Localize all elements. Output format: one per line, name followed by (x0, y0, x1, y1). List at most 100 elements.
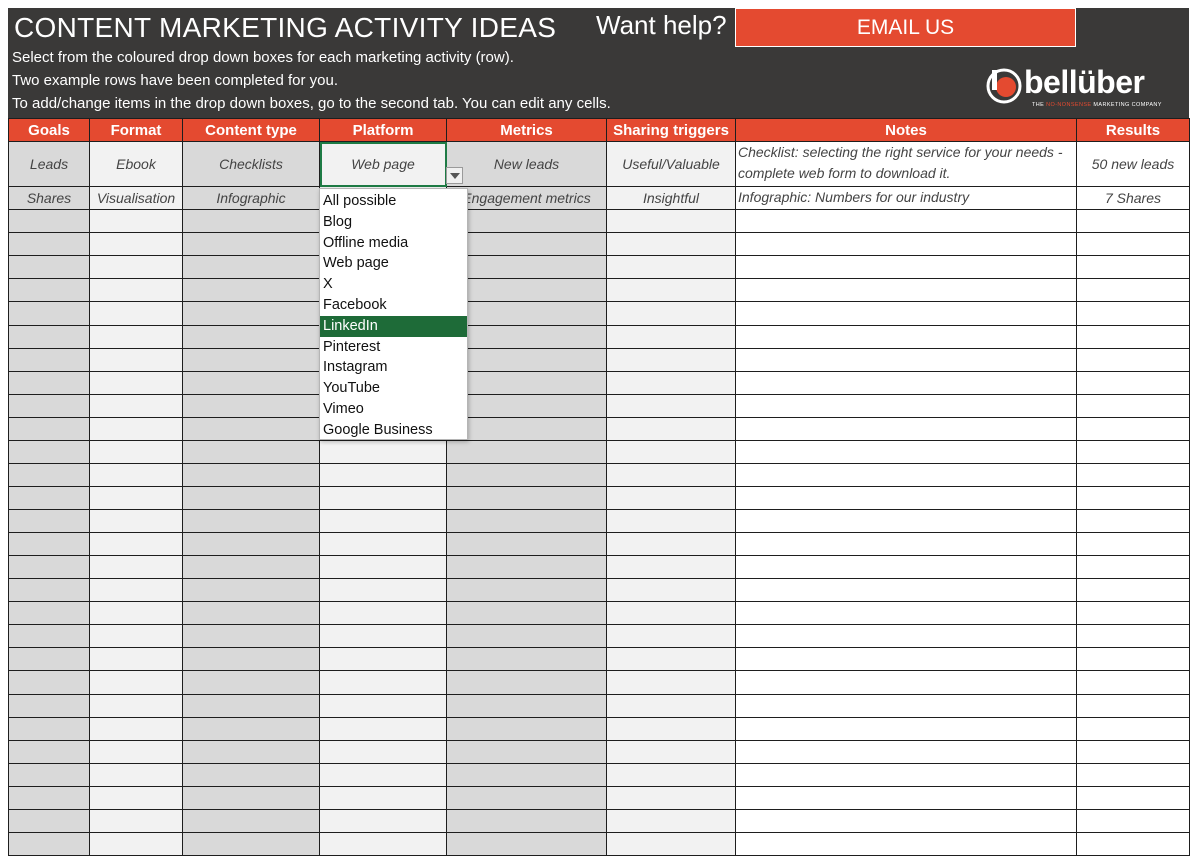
platform-cell[interactable] (319, 462, 447, 487)
dropdown-arrow-button[interactable] (446, 167, 463, 184)
results-cell[interactable] (1076, 393, 1190, 418)
sharing-trigger-cell[interactable] (606, 278, 736, 303)
content-type-cell[interactable] (182, 485, 320, 511)
notes-cell[interactable] (735, 232, 1077, 257)
notes-cell[interactable] (735, 739, 1077, 764)
metrics-cell[interactable] (446, 255, 607, 280)
notes-cell[interactable] (735, 624, 1077, 649)
goal-cell[interactable] (8, 601, 90, 626)
sharing-trigger-cell[interactable] (606, 716, 736, 741)
content-type-cell[interactable] (182, 762, 320, 787)
content-type-cell[interactable] (182, 462, 320, 487)
platform-cell[interactable] (319, 601, 447, 626)
sharing-trigger-cell[interactable] (606, 647, 736, 672)
goal-cell[interactable] (8, 785, 90, 810)
metrics-cell[interactable]: New leads (446, 140, 607, 188)
notes-cell[interactable] (735, 508, 1077, 534)
sharing-trigger-cell[interactable] (606, 232, 736, 257)
goal-cell[interactable] (8, 301, 90, 326)
metrics-cell[interactable] (446, 462, 607, 487)
dropdown-option[interactable]: Web page (320, 253, 467, 274)
results-cell[interactable] (1076, 739, 1190, 764)
dropdown-option[interactable]: Instagram (320, 357, 467, 378)
metrics-cell[interactable] (446, 232, 607, 257)
platform-cell[interactable] (319, 439, 447, 464)
goal-cell[interactable] (8, 232, 90, 257)
goal-cell[interactable] (8, 831, 90, 857)
results-cell[interactable] (1076, 301, 1190, 326)
notes-cell[interactable] (735, 370, 1077, 395)
platform-cell[interactable] (319, 831, 447, 857)
sharing-trigger-cell[interactable] (606, 462, 736, 487)
column-header-goals[interactable]: Goals (8, 118, 90, 142)
goal-cell[interactable] (8, 693, 90, 718)
dropdown-option[interactable]: Google Business (320, 420, 467, 441)
results-cell[interactable] (1076, 255, 1190, 280)
results-cell[interactable] (1076, 693, 1190, 718)
platform-cell[interactable] (319, 624, 447, 649)
goal-cell[interactable]: Shares (8, 186, 90, 211)
content-type-cell[interactable] (182, 416, 320, 441)
format-cell[interactable] (89, 831, 183, 857)
notes-cell[interactable]: Checklist: selecting the right service f… (735, 140, 1077, 188)
format-cell[interactable] (89, 601, 183, 626)
goal-cell[interactable] (8, 347, 90, 372)
metrics-cell[interactable] (446, 370, 607, 395)
dropdown-option-highlighted[interactable]: LinkedIn (320, 315, 467, 337)
platform-cell[interactable] (319, 762, 447, 787)
goal-cell[interactable] (8, 532, 90, 557)
goal-cell[interactable] (8, 485, 90, 511)
metrics-cell[interactable] (446, 393, 607, 418)
platform-cell[interactable] (319, 785, 447, 810)
dropdown-option[interactable]: Blog (320, 212, 467, 233)
content-type-cell[interactable] (182, 278, 320, 303)
format-cell[interactable] (89, 762, 183, 787)
results-cell[interactable] (1076, 647, 1190, 672)
sharing-trigger-cell[interactable] (606, 739, 736, 764)
sharing-trigger-cell[interactable] (606, 693, 736, 718)
sharing-trigger-cell[interactable] (606, 762, 736, 787)
metrics-cell[interactable] (446, 485, 607, 511)
notes-cell[interactable] (735, 347, 1077, 372)
notes-cell[interactable] (735, 601, 1077, 626)
platform-cell[interactable] (319, 670, 447, 695)
metrics-cell[interactable] (446, 716, 607, 741)
notes-cell[interactable] (735, 439, 1077, 464)
column-header-notes[interactable]: Notes (735, 118, 1077, 142)
sharing-trigger-cell[interactable] (606, 301, 736, 326)
sharing-trigger-cell[interactable] (606, 508, 736, 534)
notes-cell[interactable] (735, 301, 1077, 326)
notes-cell[interactable] (735, 693, 1077, 718)
results-cell[interactable] (1076, 370, 1190, 395)
sharing-trigger-cell[interactable] (606, 670, 736, 695)
metrics-cell[interactable] (446, 416, 607, 441)
goal-cell[interactable] (8, 555, 90, 580)
goal-cell[interactable] (8, 462, 90, 487)
metrics-cell[interactable] (446, 831, 607, 857)
platform-cell[interactable] (319, 693, 447, 718)
sharing-trigger-cell[interactable] (606, 439, 736, 464)
results-cell[interactable] (1076, 601, 1190, 626)
column-header-sharing-triggers[interactable]: Sharing triggers (606, 118, 736, 142)
format-cell[interactable] (89, 278, 183, 303)
platform-cell-selected[interactable]: Web page (319, 140, 447, 188)
results-cell[interactable] (1076, 808, 1190, 833)
format-cell[interactable] (89, 370, 183, 395)
metrics-cell[interactable] (446, 508, 607, 534)
notes-cell[interactable] (735, 416, 1077, 441)
platform-cell[interactable] (319, 508, 447, 534)
content-type-cell[interactable] (182, 716, 320, 741)
content-type-cell[interactable] (182, 255, 320, 280)
metrics-cell[interactable] (446, 347, 607, 372)
sharing-trigger-cell[interactable] (606, 324, 736, 349)
results-cell[interactable] (1076, 462, 1190, 487)
sharing-trigger-cell[interactable] (606, 808, 736, 833)
format-cell[interactable] (89, 693, 183, 718)
sharing-trigger-cell[interactable] (606, 370, 736, 395)
format-cell[interactable] (89, 785, 183, 810)
notes-cell[interactable] (735, 462, 1077, 487)
platform-cell[interactable] (319, 647, 447, 672)
notes-cell[interactable] (735, 578, 1077, 603)
sharing-trigger-cell[interactable]: Insightful (606, 186, 736, 211)
format-cell[interactable] (89, 255, 183, 280)
